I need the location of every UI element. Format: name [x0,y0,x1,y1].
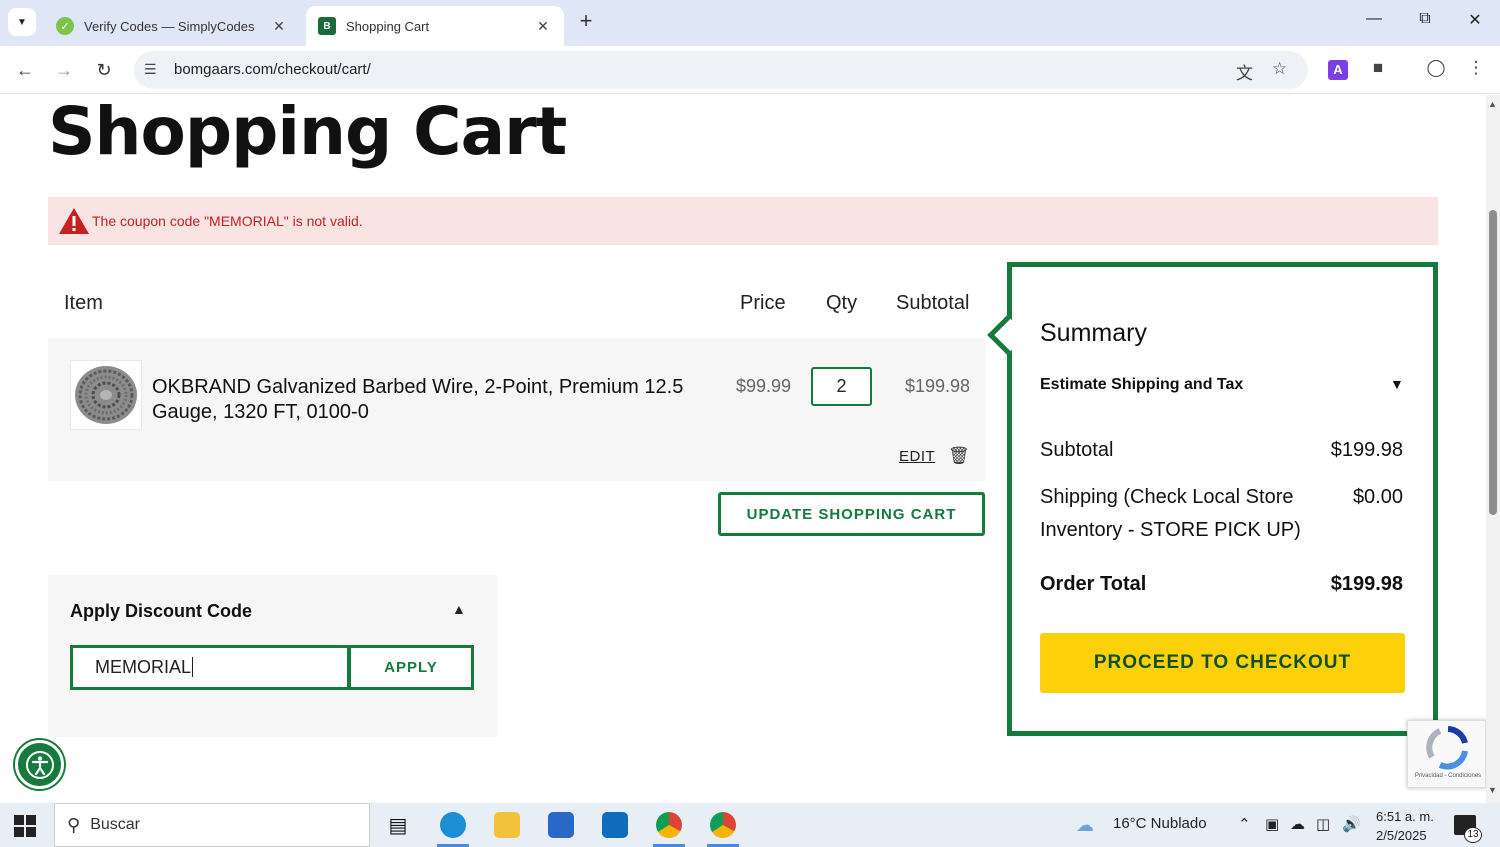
column-header-price: Price [740,292,786,314]
trash-icon[interactable]: 🗑 [948,446,970,466]
tab-label: Shopping Cart [346,18,430,34]
discount-code-value: MEMORIAL [95,657,192,677]
taskbar-search-placeholder: Buscar [90,816,140,833]
alert-message: The coupon code "MEMORIAL" is not valid. [92,213,363,229]
estimate-shipping-toggle[interactable]: Estimate Shipping and Tax [1040,376,1243,394]
recaptcha-badge[interactable]: Privacidad - Condiciones [1407,720,1486,788]
order-summary: Summary Estimate Shipping and Tax ▼ Subt… [987,262,1438,736]
column-header-subtotal: Subtotal [896,292,970,314]
discount-toggle[interactable]: Apply Discount Code [70,601,252,622]
tab-label: Verify Codes — SimplyCodes [84,18,255,34]
order-total-value: $199.98 [1330,573,1403,595]
minimize-button[interactable]: — [1359,10,1389,34]
site-info-icon[interactable]: ☰ [144,61,157,78]
proceed-to-checkout-button[interactable]: PROCEED TO CHECKOUT [1040,633,1405,693]
update-cart-button[interactable]: UPDATE SHOPPING CART [718,492,985,536]
error-alert: The coupon code "MEMORIAL" is not valid. [48,197,1438,245]
scrollbar-thumb[interactable] [1489,210,1497,515]
summary-shipping-value: $0.00 [1352,486,1403,508]
outlook-icon[interactable] [597,809,633,841]
taskbar-search[interactable]: ⚲ Buscar [54,803,370,847]
recaptcha-links[interactable]: Privacidad - Condiciones [1410,773,1486,779]
summary-shipping-label: Shipping (Check Local Store Inventory - … [1040,486,1301,541]
chevron-up-icon[interactable]: ▲ [452,601,466,617]
onedrive-icon[interactable]: ☁ [1290,815,1305,833]
file-explorer-icon[interactable] [489,809,525,841]
summary-subtotal-value: $199.98 [1330,439,1403,461]
reload-button[interactable]: ↻ [90,56,118,84]
extensions-puzzle-icon[interactable]: ■ [1366,58,1390,82]
order-total-label: Order Total [1040,573,1147,595]
column-header-qty: Qty [826,292,858,314]
search-icon: ⚲ [67,814,81,835]
network-icon[interactable]: ◫ [1316,815,1330,833]
accessibility-icon[interactable] [15,740,64,789]
bomgaars-favicon-icon: B [318,17,336,35]
page-viewport: Shopping Cart The coupon code "MEMORIAL"… [0,95,1486,803]
scroll-down-icon[interactable]: ▼ [1488,785,1497,795]
quantity-input[interactable]: 2 [811,367,872,406]
profile-icon[interactable]: ◯ [1424,58,1448,82]
page-scrollbar[interactable]: ▲ ▼ [1486,95,1500,803]
translate-icon[interactable]: 文 [1236,59,1253,84]
chrome-icon[interactable] [705,809,741,847]
taskbar-clock[interactable]: 6:51 a. m. 2/5/2025 [1376,807,1434,845]
summary-subtotal-label: Subtotal [1040,439,1114,461]
bookmark-star-icon[interactable]: ☆ [1272,59,1287,79]
meet-icon[interactable]: ▣ [1265,815,1279,833]
clock-time: 6:51 a. m. [1376,809,1434,824]
restore-button[interactable]: ⧉ [1410,10,1440,34]
new-tab-button[interactable]: + [574,10,598,34]
microsoft-store-icon[interactable] [543,809,579,841]
page-title: Shopping Cart [48,95,567,170]
tab-search-button[interactable]: ▼ [8,8,36,36]
apply-discount-button[interactable]: APPLY [348,645,474,690]
browser-toolbar: ← → ↻ ☰ bomgaars.com/checkout/cart/ 文 ☆ … [0,46,1500,94]
address-bar[interactable]: ☰ bomgaars.com/checkout/cart/ 文 ☆ [134,51,1308,89]
back-button[interactable]: ← [11,56,39,84]
windows-start-icon[interactable] [14,815,36,837]
edge-icon[interactable] [435,809,471,847]
weather-cloud-icon[interactable]: ☁ [1076,815,1094,836]
weather-text[interactable]: 16°C Nublado [1113,815,1207,832]
chevron-down-icon: ▼ [17,16,27,28]
item-subtotal: $199.98 [905,376,971,396]
item-price: $99.99 [736,376,792,396]
product-name-link[interactable]: OKBRAND Galvanized Barbed Wire, 2-Point,… [152,375,692,425]
summary-title: Summary [1040,319,1147,347]
scroll-up-icon[interactable]: ▲ [1488,99,1497,109]
chevron-down-icon[interactable]: ▼ [1390,376,1404,392]
close-window-button[interactable]: ✕ [1460,10,1490,34]
simplycodes-favicon-icon: ✓ [56,17,74,35]
column-header-item: Item [64,292,103,314]
forward-button[interactable]: → [50,56,78,84]
summary-pointer [987,315,1027,355]
discount-code-input[interactable]: MEMORIAL [70,645,350,690]
recaptcha-icon [1426,726,1468,770]
clock-date: 2/5/2025 [1376,828,1427,843]
windows-taskbar: ⚲ Buscar ▤ ☁ 16°C Nublado ⌃ ▣ ☁ ◫ 🔊 6:51… [0,803,1500,847]
discount-panel: Apply Discount Code ▲ MEMORIAL APPLY [48,575,497,737]
close-tab-icon[interactable]: ✕ [270,18,288,35]
notification-count-badge: 13 [1464,827,1482,843]
extension-a-icon[interactable]: A [1328,60,1348,80]
cart-item-row: OKBRAND Galvanized Barbed Wire, 2-Point,… [48,338,985,481]
tab-shopping-cart[interactable]: B Shopping Cart ✕ [306,6,564,46]
product-thumbnail[interactable] [70,360,142,430]
menu-kebab-icon[interactable]: ⋮ [1464,58,1488,82]
edit-item-link[interactable]: EDIT [899,448,935,465]
volume-icon[interactable]: 🔊 [1342,815,1361,833]
tab-simplycodes[interactable]: ✓ Verify Codes — SimplyCodes ✕ [44,6,300,46]
browser-tab-bar: ▼ ✓ Verify Codes — SimplyCodes ✕ B Shopp… [0,0,1500,46]
task-view-icon[interactable]: ▤ [380,809,416,841]
chrome-profile-icon[interactable] [651,809,687,847]
url-text: bomgaars.com/checkout/cart/ [174,61,371,78]
close-tab-icon[interactable]: ✕ [534,18,552,35]
warning-icon [58,207,90,235]
chevron-up-icon[interactable]: ⌃ [1238,815,1251,833]
